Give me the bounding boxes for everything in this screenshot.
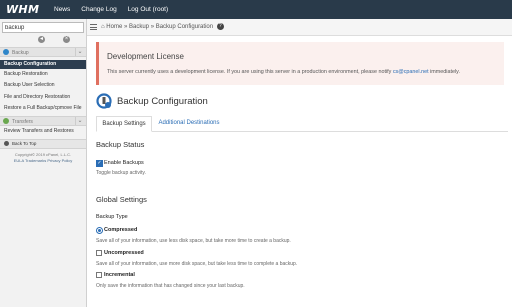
tab-additional-destinations[interactable]: Additional Destinations — [154, 116, 224, 132]
backup-configuration-icon — [96, 93, 112, 109]
breadcrumb-separator: » — [123, 24, 128, 30]
sidebar-item-backup-user-selection[interactable]: Backup User Selection — [0, 81, 86, 90]
section-label: Backup — [12, 50, 29, 56]
sidebar-actions: ◂ × — [0, 35, 86, 45]
eula-link[interactable]: EULA — [14, 158, 24, 163]
compressed-radio[interactable] — [96, 227, 103, 234]
uncompressed-label: Uncompressed — [104, 250, 144, 256]
backup-status-heading: Backup Status — [96, 140, 145, 149]
license-email-link[interactable]: cs@cpanel.net — [393, 69, 429, 75]
license-text: This server currently uses a development… — [107, 69, 460, 75]
incremental-label: Incremental — [104, 272, 135, 278]
enable-backups-checkbox[interactable]: ✓ — [96, 160, 103, 167]
sidebar-item-restore-full-backup[interactable]: Restore a Full Backup/cpmove File — [0, 104, 86, 113]
sidebar-item-backup-restoration[interactable]: Backup Restoration — [0, 70, 86, 79]
back-to-top-link[interactable]: Back To Top — [0, 139, 86, 149]
uncompressed-help: Save all of your information, use more d… — [96, 261, 298, 267]
sidebar-item-backup-configuration[interactable]: Backup Configuration — [0, 60, 86, 69]
tab-backup-settings[interactable]: Backup Settings — [96, 116, 152, 132]
enable-backups-label: Enable Backups — [104, 160, 144, 166]
chevron-down-icon[interactable]: ⌄ — [75, 48, 84, 56]
clear-search-icon[interactable]: × — [63, 36, 70, 43]
section-label: Transfers — [12, 119, 33, 125]
sidebar-section-backup[interactable]: Backup ⌄ — [0, 47, 86, 57]
top-bar: WHM News Change Log Log Out (root) — [0, 0, 512, 19]
breadcrumb: ⌂ Home » Backup » Backup Configuration ? — [101, 19, 224, 35]
tabs: Backup Settings Additional Destinations — [96, 116, 508, 132]
nav-news[interactable]: News — [54, 6, 70, 13]
uncompressed-radio[interactable] — [96, 250, 102, 256]
backup-type-label: Backup Type — [96, 214, 128, 220]
license-title: Development License — [107, 52, 184, 61]
sidebar-search-input[interactable] — [2, 22, 84, 33]
copyright: Copyright© 2019 cPanel, L.L.C. EULA Trad… — [0, 152, 86, 163]
menu-icon[interactable] — [90, 24, 97, 30]
privacy-link[interactable]: Privacy Policy — [47, 158, 72, 163]
nav-change-log[interactable]: Change Log — [81, 6, 116, 13]
nav-logout[interactable]: Log Out (root) — [128, 6, 168, 13]
license-text-before: This server currently uses a development… — [107, 69, 393, 75]
sidebar-section-transfers[interactable]: Transfers ⌄ — [0, 116, 86, 126]
sidebar: ◂ × Backup ⌄ Backup Configuration Backup… — [0, 19, 87, 307]
compressed-help: Save all of your information, use less d… — [96, 238, 291, 244]
breadcrumb-page: Backup Configuration — [155, 24, 214, 30]
license-text-after: immediately. — [428, 69, 460, 75]
help-icon[interactable]: ? — [216, 22, 224, 30]
backup-icon — [3, 49, 9, 55]
enable-backups-help: Toggle backup activity. — [96, 170, 146, 176]
breadcrumb-home[interactable]: Home — [106, 24, 122, 30]
arrow-up-icon — [4, 141, 9, 147]
incremental-radio[interactable] — [96, 272, 102, 278]
global-settings-heading: Global Settings — [96, 195, 147, 204]
transfers-icon — [3, 118, 9, 124]
incremental-help: Only save the information that has chang… — [96, 283, 245, 289]
home-icon[interactable]: ⌂ — [101, 24, 105, 30]
chevron-down-icon[interactable]: ⌄ — [75, 117, 84, 125]
back-to-top-label: Back To Top — [12, 141, 37, 146]
sidebar-item-review-transfers[interactable]: Review Transfers and Restores — [0, 127, 86, 136]
sidebar-item-file-directory-restoration[interactable]: File and Directory Restoration — [0, 93, 86, 102]
page-title: Backup Configuration — [117, 96, 208, 107]
whm-logo[interactable]: WHM — [6, 3, 39, 16]
collapse-all-icon[interactable]: ◂ — [38, 36, 45, 43]
breadcrumb-separator: » — [150, 24, 155, 30]
compressed-label: Compressed — [104, 227, 138, 233]
license-notice: Development License This server currentl… — [96, 42, 504, 85]
breadcrumb-bar: ⌂ Home » Backup » Backup Configuration ? — [87, 19, 512, 36]
top-nav: News Change Log Log Out (root) — [54, 0, 179, 19]
breadcrumb-section[interactable]: Backup — [129, 24, 149, 30]
trademarks-link[interactable]: Trademarks — [25, 158, 46, 163]
